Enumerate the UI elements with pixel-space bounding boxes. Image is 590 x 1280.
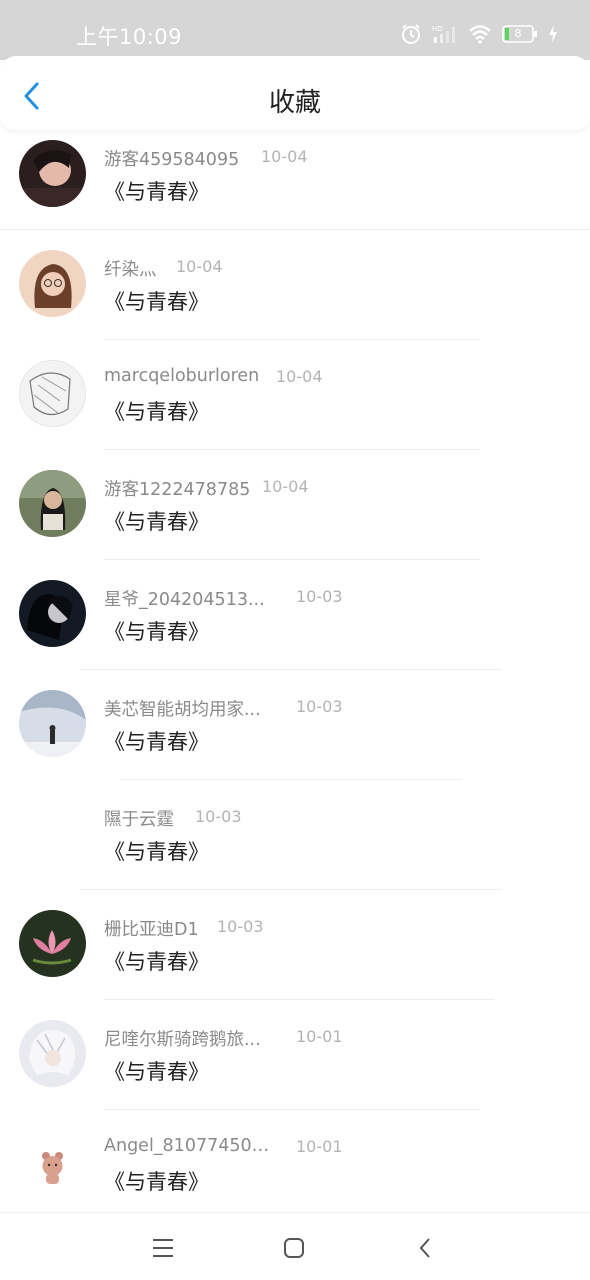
avatar [19,1020,86,1087]
book-title: 《与青春》 [104,620,209,644]
avatar [19,690,86,757]
book-title: 《与青春》 [104,180,209,204]
page-title: 收藏 [268,88,321,118]
avatar [19,580,86,647]
collect-date: 10-03 [217,917,264,936]
back-nav-button[interactable] [408,1231,442,1265]
status-icons: HD 8 [400,20,558,48]
collect-date: 10-01 [296,1137,343,1156]
status-time: 上午10:09 [76,25,183,49]
book-title: 《与青春》 [104,950,209,974]
signal-icon: HD [432,23,458,45]
alarm-icon [400,23,422,45]
chevron-left-icon [419,1238,430,1258]
battery-icon: 8 [502,25,538,43]
collect-date: 10-04 [261,147,308,166]
collect-date: 10-03 [296,697,343,716]
avatar [19,360,86,427]
status-bar: 上午10:09 HD 8 [0,0,590,60]
user-name: 游客1222478785 [104,480,251,500]
avatar [19,250,86,317]
wifi-icon [468,24,492,44]
list-item[interactable]: 游客1222478785 10-04 《与青春》 [0,450,590,560]
user-name: 游客459584095 [104,150,240,170]
battery-level: 8 [514,27,522,40]
avatar [19,1130,86,1197]
book-title: 《与青春》 [104,1060,209,1084]
svg-text:HD: HD [432,25,443,33]
list-item[interactable]: 尼喹尔斯骑跨鹅旅... 10-01 《与青春》 [0,1000,590,1110]
book-title: 《与青春》 [104,510,209,534]
user-name: 纤染灬 [104,260,157,280]
user-name: marcqeloburloren [104,366,260,386]
collect-date: 10-04 [276,367,323,386]
book-title: 《与青春》 [104,730,209,754]
book-title: 《与青春》 [104,1170,209,1194]
user-name: Angel_810774506... [104,1136,279,1156]
avatar [19,800,86,867]
charging-icon [548,25,558,43]
list-item[interactable]: 栅比亚迪D1 10-03 《与青春》 [0,890,590,1000]
avatar [19,140,86,207]
list-item[interactable]: 游客459584095 10-04 《与青春》 [0,120,590,230]
list-item[interactable]: 美芯智能胡均用家... 10-03 《与青春》 [0,670,590,780]
collect-date: 10-04 [262,477,309,496]
book-title: 《与青春》 [104,290,209,314]
collect-date: 10-01 [296,1027,343,1046]
list-item[interactable]: 纤染灬 10-04 《与青春》 [0,230,590,340]
book-title: 《与青春》 [104,840,209,864]
book-title: 《与青春》 [104,400,209,424]
menu-icon [153,1239,173,1257]
header: 收藏 [0,56,590,130]
list-item[interactable]: Angel_810774506... 10-01 《与青春》 [0,1110,590,1220]
user-name: 栅比亚迪D1 [104,920,199,940]
collect-date: 10-04 [176,257,223,276]
menu-button[interactable] [146,1231,180,1265]
collect-date: 10-03 [195,807,242,826]
list-item[interactable]: marcqeloburloren 10-04 《与青春》 [0,340,590,450]
collect-date: 10-03 [296,587,343,606]
list-item[interactable]: 隰于云霆 10-03 《与青春》 [0,780,590,890]
home-button[interactable] [277,1231,311,1265]
avatar [19,470,86,537]
user-name: 美芯智能胡均用家... [104,700,261,720]
user-name: 尼喹尔斯骑跨鹅旅... [104,1030,261,1050]
user-name: 星爷_204204513... [104,590,265,610]
avatar [19,910,86,977]
system-nav-bar [0,1212,590,1280]
home-icon [284,1238,304,1258]
list-item[interactable]: 星爷_204204513... 10-03 《与青春》 [0,560,590,670]
user-name: 隰于云霆 [104,810,174,830]
